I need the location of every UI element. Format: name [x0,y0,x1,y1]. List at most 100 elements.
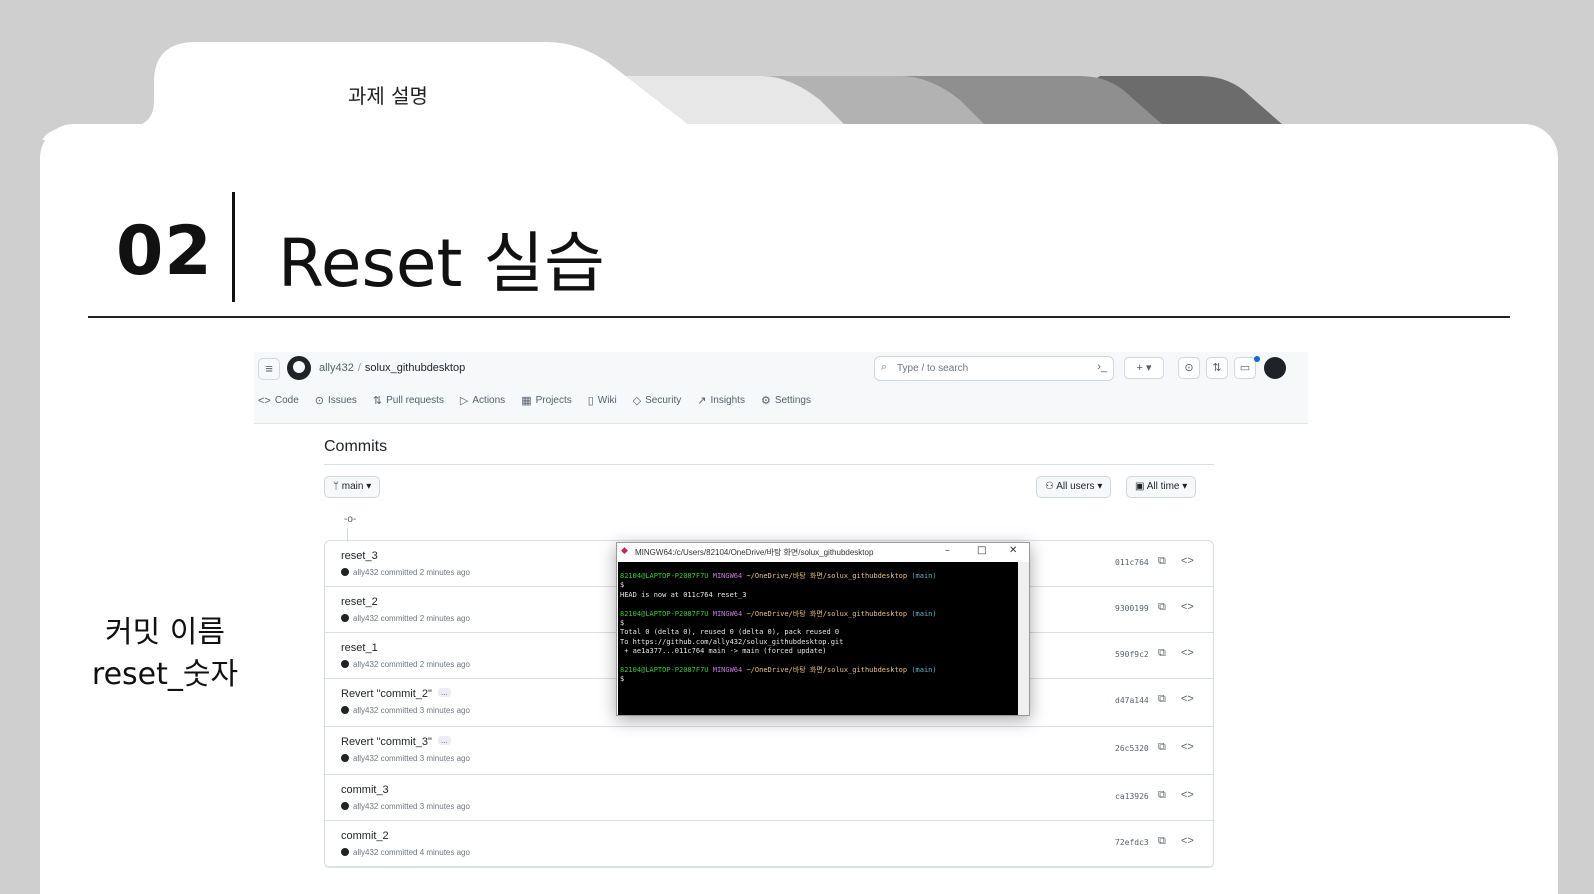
browse-code-icon[interactable]: <> [1181,789,1194,801]
commit-row[interactable]: commit_3 ally432 committed 3 minutes ago… [325,775,1213,821]
commit-row[interactable]: Revert "commit_3"... ally432 committed 3… [325,727,1213,775]
commit-sha-link[interactable]: 9300199 [1115,604,1149,613]
commit-message-link[interactable]: reset_1 [341,642,378,654]
copy-icon[interactable]: ⧉ [1158,789,1166,802]
tab-code[interactable]: <> Code [258,394,299,407]
code-icon: <> [258,394,271,407]
commit-meta: ally432 committed 2 minutes ago [353,614,470,623]
graph-icon: ↗ [697,395,707,407]
menu-icon[interactable]: ≡ [258,358,280,380]
all-users-label: All users [1056,481,1095,492]
commit-sha-link[interactable]: 26c5320 [1115,744,1149,753]
browse-code-icon[interactable]: <> [1181,601,1194,613]
maximize-icon[interactable]: □ [977,545,986,556]
prompt-branch: (main) [911,572,937,580]
copy-icon[interactable]: ⧉ [1158,601,1166,614]
tab-wiki-label: Wiki [597,395,617,406]
chevron-down-icon: ▾ [1182,481,1188,492]
title-divider [232,192,235,302]
commit-message-link[interactable]: commit_3 [341,784,389,796]
browse-code-icon[interactable]: <> [1181,647,1194,659]
tab-pull-requests[interactable]: ⇅ Pull requests [373,394,444,407]
browse-code-icon[interactable]: <> [1181,741,1194,753]
play-icon: ▷ [459,395,469,407]
close-icon[interactable]: ✕ [1009,545,1017,556]
tab-issues[interactable]: ⊙ Issues [315,394,357,407]
browse-code-icon[interactable]: <> [1181,555,1194,567]
tab-projects-label: Projects [535,395,572,406]
terminal-window[interactable]: ◆ MINGW64:/c/Users/82104/OneDrive/바탕 화면/… [616,542,1030,716]
commit-row[interactable]: commit_2 ally432 committed 4 minutes ago… [325,821,1213,867]
commit-timeline-icon: -o- [344,514,357,525]
branch-label: main [341,481,364,492]
copy-icon[interactable]: ⧉ [1158,555,1166,568]
github-logo-icon[interactable] [287,356,311,380]
tab-projects[interactable]: ▦ Projects [521,394,572,407]
pull-request-icon: ⇅ [372,395,383,407]
side-note-line1: 커밋 이름 [105,615,225,650]
author-avatar [341,660,349,668]
commit-sha-link[interactable]: d47a144 [1115,696,1149,705]
repo-owner-link[interactable]: ally432 [319,362,354,374]
copy-icon[interactable]: ⧉ [1158,647,1166,660]
output-remote: To https://github.com/ally432/solux_gith… [620,637,844,646]
browse-code-icon[interactable]: <> [1181,693,1194,705]
output-head: HEAD is now at 011c764 reset_3 [620,590,747,599]
branch-select-button[interactable]: ᛘ main ▾ [324,476,381,498]
branch-icon: ᛘ [333,481,339,492]
commit-message-link[interactable]: Revert "commit_3" [341,736,432,748]
header-rule [88,316,1510,318]
commit-meta: ally432 committed 2 minutes ago [353,568,470,577]
expand-message-button[interactable]: ... [437,688,451,697]
minimize-icon[interactable]: – [945,545,950,556]
repo-name-link[interactable]: solux_githubdesktop [365,362,465,374]
commit-sha-link[interactable]: ca13926 [1115,792,1149,801]
commit-message-link[interactable]: reset_2 [341,596,378,608]
tab-settings[interactable]: ⚙ Settings [761,394,811,407]
create-new-button[interactable]: + ▾ [1124,357,1164,379]
all-time-filter[interactable]: ▣ All time ▾ [1126,476,1197,498]
git-bash-icon: ◆ [621,546,628,556]
user-avatar[interactable] [1264,357,1286,379]
chevron-down-icon: ▾ [1097,481,1103,492]
copy-icon[interactable]: ⧉ [1158,835,1166,848]
terminal-scrollbar[interactable] [1018,562,1029,715]
tab-actions[interactable]: ▷ Actions [460,394,505,407]
commit-sha-link[interactable]: 011c764 [1115,558,1149,567]
prompt-user: 82104@LAPTOP-P2087F7U [620,572,709,580]
all-users-filter[interactable]: ⚇ All users ▾ [1036,476,1112,498]
prompt-path: ~/OneDrive/바탕 화면/solux_githubdesktop [746,609,908,618]
commit-meta: ally432 committed 3 minutes ago [353,802,470,811]
table-icon: ▦ [521,395,532,407]
tab-wiki[interactable]: ▯ Wiki [588,394,617,407]
shield-icon: ◇ [632,395,642,407]
copy-icon[interactable]: ⧉ [1158,693,1166,706]
browse-code-icon[interactable]: <> [1181,835,1194,847]
commit-message-link[interactable]: reset_3 [341,550,378,562]
tab-security-label: Security [645,395,682,406]
author-avatar [341,568,349,576]
folder-tabs [40,42,1300,140]
issue-icon: ⊙ [314,395,324,407]
commit-sha-link[interactable]: 590f9c2 [1115,650,1149,659]
issues-icon[interactable]: ⊙ [1178,357,1200,379]
commit-message-link[interactable]: commit_2 [341,830,389,842]
author-avatar [341,754,349,762]
output-forced: + ae1a377...011c764 main -> main (forced… [620,647,827,656]
people-icon: ⚇ [1045,481,1054,492]
tab-insights[interactable]: ↗ Insights [697,394,745,407]
inbox-icon[interactable]: ▭ [1234,357,1256,379]
terminal-output[interactable]: 82104@LAPTOP-P2087F7U MINGW64 ~/OneDrive… [618,562,1018,715]
terminal-titlebar[interactable]: ◆ MINGW64:/c/Users/82104/OneDrive/바탕 화면/… [617,543,1029,561]
commit-sha-link[interactable]: 72efdc3 [1115,838,1149,847]
tab-security[interactable]: ◇ Security [633,394,682,407]
expand-message-button[interactable]: ... [437,736,451,745]
copy-icon[interactable]: ⧉ [1158,741,1166,754]
command-palette-icon[interactable]: ›_ [1097,361,1107,373]
prompt-env: MINGW64 [712,666,743,675]
pull-requests-icon[interactable]: ⇅ [1206,357,1228,379]
prompt-user: 82104@LAPTOP-P2087F7U [620,609,709,618]
search-input[interactable]: ⌕ Type / to search ›_ [874,356,1114,381]
breadcrumb-separator: / [357,362,361,374]
commit-message-link[interactable]: Revert "commit_2" [341,688,432,700]
